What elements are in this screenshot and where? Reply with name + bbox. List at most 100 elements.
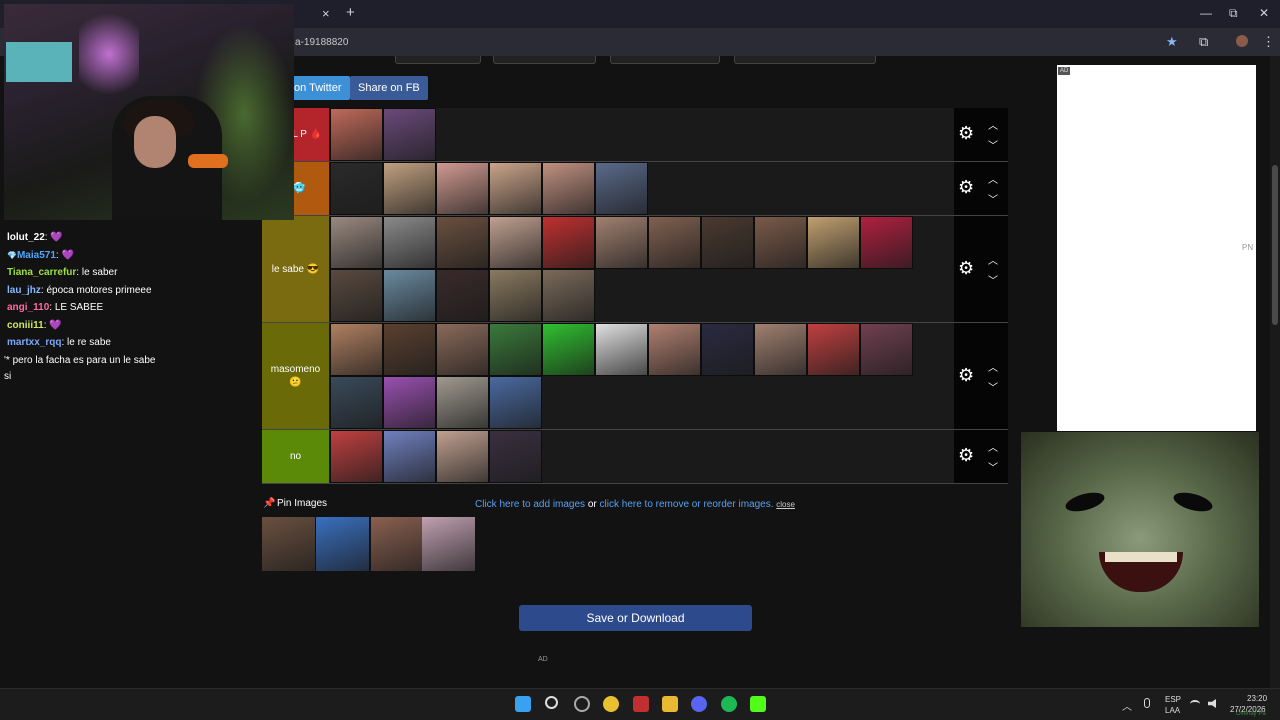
top-button-4[interactable] (734, 56, 876, 64)
close-link[interactable]: close (776, 500, 795, 509)
move-down-icon[interactable]: ﹀ (988, 459, 998, 474)
pinned-image[interactable] (316, 517, 369, 571)
streaming-app-icon[interactable] (633, 696, 649, 712)
move-up-icon[interactable]: ︿ (988, 359, 998, 374)
tier-image[interactable] (330, 108, 383, 161)
microphone-icon[interactable] (1144, 698, 1150, 708)
gear-icon[interactable]: ⚙ (958, 258, 974, 279)
tab-close-icon[interactable]: × (322, 6, 330, 21)
tier-image[interactable] (807, 216, 860, 269)
tier-label[interactable]: no (262, 430, 329, 483)
tier-image[interactable] (595, 162, 648, 215)
tier-image[interactable] (648, 323, 701, 376)
move-down-icon[interactable]: ﹀ (988, 137, 998, 152)
save-download-button[interactable]: Save or Download (519, 605, 752, 631)
share-twitter-button[interactable]: on Twitter (286, 76, 350, 100)
tier-image[interactable] (542, 269, 595, 322)
restore-button[interactable]: ⧉ (1229, 6, 1238, 21)
gear-icon[interactable]: ⚙ (958, 177, 974, 198)
move-down-icon[interactable]: ﹀ (988, 191, 998, 206)
kick-icon[interactable] (750, 696, 766, 712)
tier-image[interactable] (383, 216, 436, 269)
tier-image[interactable] (330, 269, 383, 322)
tier-image[interactable] (489, 162, 542, 215)
tier-image[interactable] (648, 216, 701, 269)
tier-image[interactable] (383, 162, 436, 215)
tier-image[interactable] (489, 269, 542, 322)
move-up-icon[interactable]: ︿ (988, 117, 998, 132)
chrome-icon[interactable] (603, 696, 619, 712)
tier-image[interactable] (383, 430, 436, 483)
top-button-3[interactable] (610, 56, 720, 64)
side-ad[interactable] (1057, 65, 1256, 431)
top-button-1[interactable] (395, 56, 481, 64)
search-icon[interactable] (545, 696, 558, 709)
file-explorer-icon[interactable] (662, 696, 678, 712)
new-tab-button[interactable]: + (346, 4, 355, 21)
tier-image[interactable] (330, 216, 383, 269)
gear-icon[interactable]: ⚙ (958, 123, 974, 144)
start-icon[interactable] (515, 696, 531, 712)
tier-image[interactable] (542, 162, 595, 215)
tier-image[interactable] (701, 216, 754, 269)
add-images-link[interactable]: Click here to add images (475, 499, 585, 510)
tier-image[interactable] (383, 323, 436, 376)
scrollbar-track[interactable] (1270, 56, 1280, 688)
pinned-image[interactable] (262, 517, 315, 571)
tier-image[interactable] (330, 376, 383, 429)
pinned-image[interactable] (371, 517, 424, 571)
tier-image[interactable] (383, 108, 436, 161)
tier-image[interactable] (383, 269, 436, 322)
top-button-2[interactable] (493, 56, 596, 64)
gear-icon[interactable]: ⚙ (958, 445, 974, 466)
tier-image[interactable] (436, 323, 489, 376)
tier-image[interactable] (489, 376, 542, 429)
extensions-icon[interactable]: ⧉ (1199, 34, 1208, 50)
language-secondary[interactable]: LAA (1165, 706, 1180, 715)
minimize-button[interactable]: — (1200, 6, 1212, 20)
tier-image[interactable] (436, 162, 489, 215)
share-facebook-button[interactable]: Share on FB (350, 76, 428, 100)
bookmark-star-icon[interactable]: ★ (1166, 34, 1178, 50)
tier-image[interactable] (436, 376, 489, 429)
tier-image[interactable] (489, 216, 542, 269)
tier-image[interactable] (436, 430, 489, 483)
wifi-icon[interactable] (1190, 700, 1200, 708)
move-up-icon[interactable]: ︿ (988, 171, 998, 186)
copilot-icon[interactable] (574, 696, 590, 712)
tier-image[interactable] (860, 216, 913, 269)
spotify-icon[interactable] (721, 696, 737, 712)
tier-image[interactable] (754, 216, 807, 269)
window-close-button[interactable]: ✕ (1259, 6, 1269, 20)
remove-reorder-link[interactable]: click here to remove or reorder images. (600, 499, 774, 510)
tier-image[interactable] (860, 323, 913, 376)
tier-image[interactable] (595, 323, 648, 376)
clock-time[interactable]: 23:20 (1247, 694, 1267, 703)
tier-image[interactable] (542, 216, 595, 269)
tier-image[interactable] (595, 216, 648, 269)
tier-image[interactable] (807, 323, 860, 376)
tier-image[interactable] (330, 162, 383, 215)
tier-image[interactable] (330, 323, 383, 376)
tier-image[interactable] (701, 323, 754, 376)
tier-image[interactable] (754, 323, 807, 376)
move-up-icon[interactable]: ︿ (988, 252, 998, 267)
profile-avatar[interactable] (1236, 35, 1248, 47)
tier-image[interactable] (383, 376, 436, 429)
pinned-image[interactable] (422, 517, 475, 571)
discord-icon[interactable] (691, 696, 707, 712)
tier-image[interactable] (489, 430, 542, 483)
move-down-icon[interactable]: ﹀ (988, 272, 998, 287)
scrollbar-thumb[interactable] (1272, 165, 1278, 325)
tier-image[interactable] (330, 430, 383, 483)
url-text[interactable]: a-19188820 (295, 37, 348, 48)
gear-icon[interactable]: ⚙ (958, 365, 974, 386)
tray-chevron-icon[interactable]: ︿ (1122, 698, 1132, 713)
tier-image[interactable] (489, 323, 542, 376)
language-primary[interactable]: ESP (1165, 695, 1181, 704)
tier-image[interactable] (436, 269, 489, 322)
tier-image[interactable] (436, 216, 489, 269)
tier-label[interactable]: masomeno 😕 (262, 323, 329, 429)
tier-image[interactable] (542, 323, 595, 376)
move-down-icon[interactable]: ﹀ (988, 379, 998, 394)
